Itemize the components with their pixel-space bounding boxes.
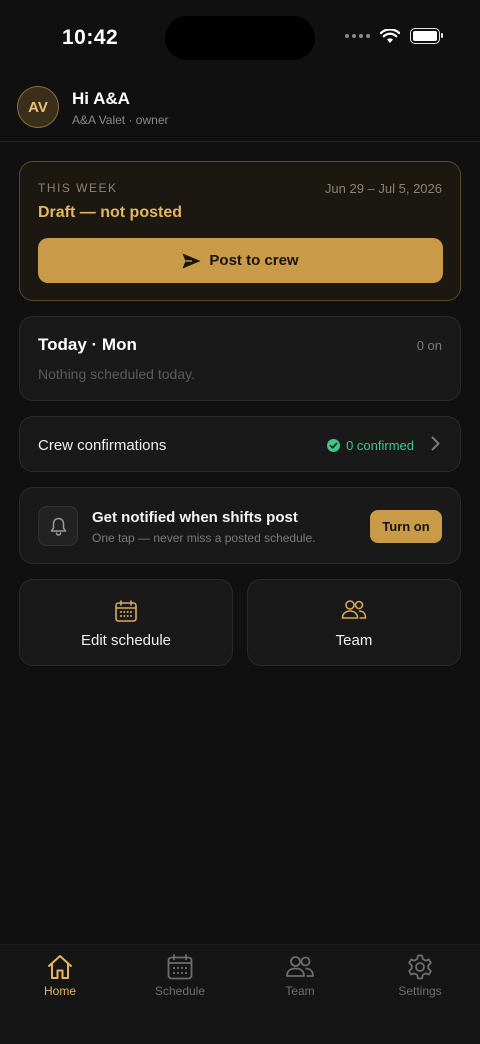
- confirmations-count: 0 confirmed: [346, 438, 414, 453]
- wifi-icon: [380, 28, 400, 43]
- tab-team-label: Team: [285, 984, 315, 998]
- tab-schedule-label: Schedule: [154, 984, 206, 998]
- check-circle-icon: [327, 439, 341, 452]
- app-header: AV Hi A&A A&A Valet · owner: [0, 84, 480, 142]
- tab-home[interactable]: Home: [10, 953, 110, 1009]
- week-label: THIS WEEK: [38, 181, 118, 195]
- calendar-icon: [115, 600, 137, 622]
- tab-schedule[interactable]: Schedule: [130, 953, 230, 1009]
- greeting: Hi A&A: [72, 89, 130, 108]
- this-week-card: THIS WEEK Jun 29 – Jul 5, 2026 Draft — n…: [19, 161, 461, 301]
- week-range: Jun 29 – Jul 5, 2026: [324, 181, 442, 196]
- team-tile[interactable]: Team: [247, 579, 461, 666]
- notify-subtitle: One tap — never miss a posted schedule.: [92, 531, 316, 545]
- battery-icon: [410, 28, 443, 44]
- home-icon: [48, 955, 72, 979]
- bell-icon: [50, 517, 66, 536]
- bottom-tab-bar: Home Schedule Team Settings: [0, 944, 480, 1044]
- calendar-icon: [167, 954, 193, 980]
- crew-confirmations-row[interactable]: Crew confirmations 0 confirmed: [19, 416, 461, 472]
- gear-icon: [408, 954, 432, 980]
- notifications-card: Get notified when shifts post One tap — …: [19, 487, 461, 564]
- notify-title: Get notified when shifts post: [92, 509, 298, 526]
- turn-on-notifications-button[interactable]: Turn on: [370, 510, 442, 543]
- today-count: 0 on: [416, 338, 442, 353]
- tab-settings-label: Settings: [398, 984, 442, 998]
- today-empty-message: Nothing scheduled today.: [38, 366, 195, 382]
- bell-icon-box: [38, 506, 78, 546]
- today-title: Today · Mon: [38, 335, 137, 354]
- send-icon: [182, 253, 201, 268]
- confirmations-status: 0 confirmed: [327, 438, 414, 453]
- status-icons: [345, 28, 443, 44]
- tab-settings[interactable]: Settings: [370, 953, 470, 1009]
- chevron-right-icon: [431, 436, 440, 451]
- status-bar: 10:42: [0, 0, 480, 80]
- post-to-crew-button[interactable]: Post to crew: [38, 238, 443, 283]
- edit-schedule-tile[interactable]: Edit schedule: [19, 579, 233, 666]
- dynamic-island: [165, 16, 315, 60]
- status-time: 10:42: [62, 26, 119, 49]
- edit-schedule-label: Edit schedule: [80, 632, 172, 649]
- tab-team[interactable]: Team: [250, 953, 350, 1009]
- today-card[interactable]: Today · Mon 0 on Nothing scheduled today…: [19, 316, 461, 401]
- post-button-label: Post to crew: [209, 252, 299, 269]
- people-icon: [341, 600, 367, 619]
- tab-home-label: Home: [43, 984, 76, 998]
- people-icon: [286, 956, 314, 977]
- week-status: Draft — not posted: [38, 204, 182, 221]
- confirmations-label: Crew confirmations: [38, 437, 167, 454]
- team-label: Team: [335, 632, 373, 649]
- cellular-signal-icon: [345, 34, 370, 38]
- avatar[interactable]: AV: [17, 86, 59, 128]
- account-subtitle: A&A Valet · owner: [72, 113, 169, 127]
